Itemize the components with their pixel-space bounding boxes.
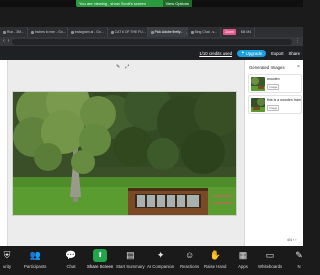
security-button[interactable]: ⛨ urity [0, 249, 14, 270]
edit-icon[interactable]: ✎ [116, 64, 120, 70]
screen: You are viewing , show Scott's screen Vi… [0, 0, 303, 275]
upgrade-label: Upgrade [245, 50, 263, 56]
raise-hand-label: Raise Hand [204, 264, 227, 269]
image-thumbnail [251, 98, 265, 112]
shield-icon: ⛨ [3, 250, 11, 260]
generated-image[interactable] [12, 91, 237, 216]
url-field[interactable] [12, 38, 292, 45]
favicon-icon [3, 30, 6, 34]
raise-hand-icon: ✋ [209, 250, 221, 260]
canvas-toolbar: ✎ ⤢ [116, 64, 129, 70]
tab-label: M4 M4 [240, 30, 252, 34]
browser-tab-strip: Run - 3M... Inches to mm - Go... instagr… [0, 27, 303, 37]
close-icon[interactable]: × [297, 64, 300, 70]
whiteboards-label: Whiteboards [258, 264, 283, 269]
participants-icon: 👥 [29, 250, 41, 260]
favicon-icon [150, 30, 154, 34]
panel-title: Generated Images [249, 65, 285, 70]
participants-label: Participants [24, 264, 47, 269]
chat-icon: 💬 [65, 250, 77, 260]
view-options-button[interactable]: View Options [162, 0, 192, 7]
whiteboards-button[interactable]: ▭ Whiteboards [258, 249, 283, 270]
apps-label: Apps [238, 264, 248, 269]
apps-button[interactable]: ▦ Apps [236, 249, 250, 270]
thumbnail-image [251, 98, 265, 112]
share-banner: You are viewing , show Scott's screen Vi… [0, 0, 303, 7]
share-notice: You are viewing , show Scott's screen Vi… [76, 0, 192, 7]
generated-image-card[interactable]: this is a wooden frame Image [248, 95, 302, 114]
tab-label: CAT 6 OF THE FU... [114, 30, 146, 34]
thumbnail-image [251, 77, 265, 91]
image-thumbnail [251, 77, 265, 91]
zoom-control-bar: ⛨ urity 👥 Participants 💬 Chat ⬆ Share Sc… [0, 246, 303, 275]
browser-tab[interactable]: Inches to mm - Go... [28, 27, 68, 37]
reactions-label: Reactions [180, 264, 200, 269]
share-screen-label: Share Screen [87, 264, 114, 269]
start-summary-label: Start Summary [116, 264, 145, 269]
apps-icon: ▦ [238, 250, 248, 260]
whiteboards-icon: ▭ [265, 250, 275, 260]
ai-companion-icon: ✦ [156, 250, 165, 260]
browser-tab[interactable]: M4 M4 [238, 27, 256, 37]
back-icon[interactable]: ‹ [3, 39, 5, 44]
card-caption: this is a wooden frame [267, 98, 301, 102]
address-bar: ‹ › ⋮ [0, 37, 303, 46]
favicon-icon [190, 30, 194, 34]
sparkle-icon: ✦ [241, 50, 245, 55]
browser-tab[interactable]: Run - 3M... [0, 27, 28, 37]
browser-tab[interactable]: instagram.ai - Go... [68, 27, 108, 37]
reactions-icon: ☺ [184, 250, 195, 260]
garden-scene-image [13, 92, 236, 215]
browser-tab-active[interactable]: Pick Adobe firefly...× [147, 27, 188, 37]
image-badge: Image [267, 84, 280, 90]
browser-tab[interactable]: Bing Chat - s... [188, 27, 222, 37]
tab-label: Bing Chat - s... [194, 30, 218, 34]
canvas-area: ✎ ⤢ [8, 60, 244, 246]
image-badge: Image [267, 105, 280, 111]
security-label: urity [2, 264, 12, 269]
browser-tab[interactable]: CAT 6 OF THE FU... [108, 27, 148, 37]
generated-images-panel: Generated Images × wooden Image this is … [244, 60, 303, 246]
pager[interactable]: 4/4 ‹ › [287, 238, 296, 242]
app-header: 1/10 credits used ✦ Upgrade Export Share [0, 46, 303, 60]
summary-icon: ▤ [126, 250, 135, 260]
tab-label: Pick Adobe firefly... [154, 30, 184, 34]
reactions-button[interactable]: ☺ Reactions [180, 249, 200, 270]
share-message: You are viewing , show Scott's screen [79, 1, 146, 6]
raise-hand-button[interactable]: ✋ Raise Hand [204, 249, 227, 270]
chat-button[interactable]: 💬 Chat [64, 249, 78, 270]
forward-icon[interactable]: › [8, 39, 10, 44]
tab-label: instagram.ai - Go... [74, 30, 104, 34]
generated-image-card[interactable]: wooden Image [248, 74, 302, 93]
notes-icon: ✎ [295, 250, 303, 260]
card-caption: wooden [267, 77, 280, 81]
tab-label: Inches to mm - Go... [34, 30, 66, 34]
ai-companion-label: AI Companion [147, 264, 175, 269]
notes-button[interactable]: ✎ N [292, 249, 306, 270]
start-summary-button[interactable]: ▤ Start Summary [116, 249, 145, 270]
left-tool-rail [0, 60, 8, 246]
zoom-tab[interactable]: Zoom [223, 29, 236, 35]
upgrade-button[interactable]: ✦ Upgrade [237, 49, 267, 57]
chat-label: Chat [66, 264, 76, 269]
favicon-icon [70, 30, 74, 34]
notes-label: N [297, 264, 301, 269]
expand-icon[interactable]: ⤢ [125, 64, 129, 70]
share-button[interactable]: Share [289, 51, 300, 56]
participants-button[interactable]: 👥 Participants [24, 249, 47, 270]
tab-label: Run - 3M... [7, 30, 24, 34]
favicon-icon [30, 30, 34, 34]
share-screen-button[interactable]: ⬆ Share Screen [87, 249, 113, 269]
export-button[interactable]: Export [271, 51, 283, 56]
share-screen-icon: ⬆ [93, 249, 108, 262]
ai-companion-button[interactable]: ✦ AI Companion [147, 249, 175, 270]
menu-icon[interactable]: ⋮ [295, 39, 300, 44]
favicon-icon [110, 30, 114, 34]
credits-link[interactable]: 1/10 credits used [199, 51, 232, 56]
